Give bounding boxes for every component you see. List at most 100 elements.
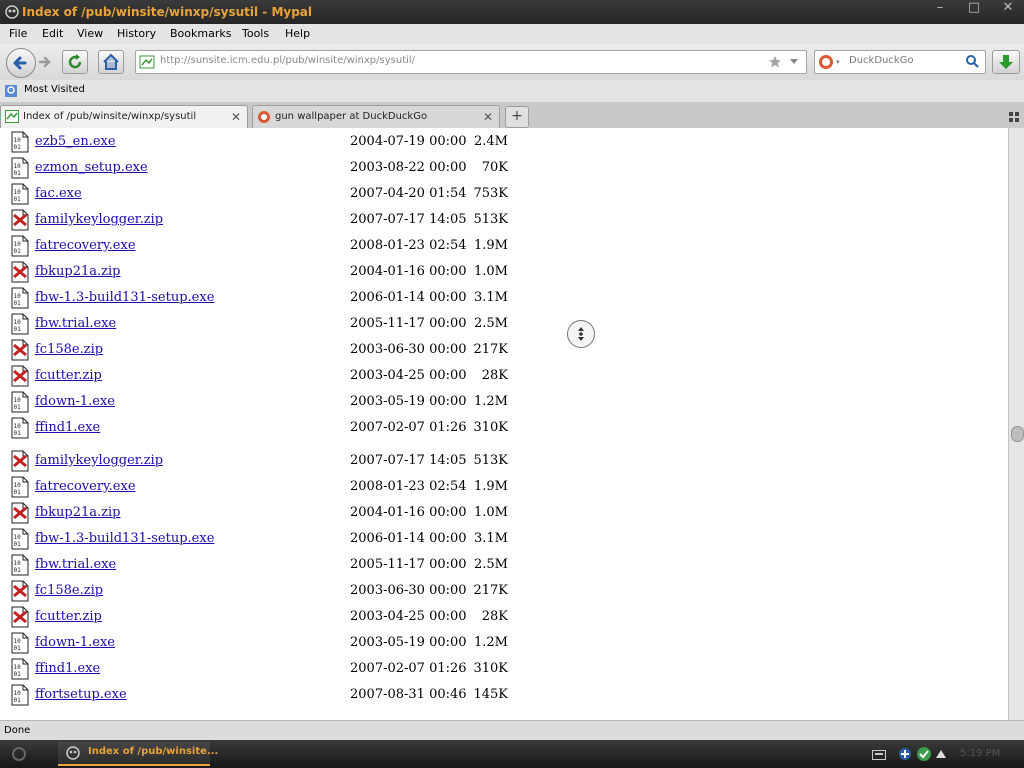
file-link[interactable]: ffind1.exe — [35, 661, 100, 676]
mypal-logo-icon — [5, 5, 19, 19]
tab-label: Index of /pub/winsite/winxp/sysutil — [23, 111, 197, 122]
tab-sysutil-index[interactable]: Index of /pub/winsite/winxp/sysutil ✕ — [0, 105, 248, 128]
file-link[interactable]: fcutter.zip — [35, 609, 102, 624]
window-titlebar: Index of /pub/winsite/winxp/sysutil - My… — [0, 0, 1024, 24]
most-visited-link[interactable]: Most Visited — [24, 84, 85, 95]
tab-duckduckgo[interactable]: gun wallpaper at DuckDuckGo ✕ — [252, 105, 500, 128]
keyboard-tray-icon[interactable] — [872, 750, 886, 760]
minimize-button[interactable]: – — [928, 0, 952, 18]
scrollbar-thumb[interactable] — [1011, 426, 1024, 442]
svg-text:10: 10 — [14, 293, 22, 300]
menu-bookmarks[interactable]: Bookmarks — [170, 27, 231, 40]
file-link[interactable]: fdown-1.exe — [35, 635, 115, 650]
svg-text:01: 01 — [14, 196, 22, 203]
file-date: 2004-01-16 00:00 — [350, 264, 467, 279]
zip-file-icon — [11, 606, 29, 628]
maximize-button[interactable]: □ — [962, 0, 986, 18]
zip-file-icon — [11, 502, 29, 524]
file-date: 2007-02-07 01:26 — [350, 420, 467, 435]
svg-text:10: 10 — [14, 664, 22, 671]
zip-file-icon — [11, 261, 29, 283]
downloads-button[interactable] — [992, 50, 1020, 74]
menu-help[interactable]: Help — [285, 27, 310, 40]
file-row: fcutter.zip 2003-04-25 00:00 28K — [0, 606, 600, 632]
svg-text:01: 01 — [14, 144, 22, 151]
binary-file-icon: 10 01 — [11, 287, 29, 309]
file-row: 10 01 fbw.trial.exe 2005-11-17 00:00 2.5M — [0, 554, 600, 580]
file-link[interactable]: ezmon_setup.exe — [35, 160, 148, 175]
file-date: 2004-01-16 00:00 — [350, 505, 467, 520]
taskbar-item-browser[interactable]: Index of /pub/winsite... — [58, 742, 218, 766]
reload-button[interactable] — [62, 50, 88, 74]
binary-file-icon: 10 01 — [11, 183, 29, 205]
file-link[interactable]: familykeylogger.zip — [35, 453, 163, 468]
file-row: 10 01 ffind1.exe 2007-02-07 01:26 310K — [0, 658, 600, 684]
vertical-scrollbar[interactable] — [1008, 128, 1024, 720]
menu-edit[interactable]: Edit — [42, 27, 63, 40]
file-date: 2005-11-17 00:00 — [350, 557, 467, 572]
duckduckgo-icon[interactable] — [818, 54, 834, 70]
forward-button[interactable] — [37, 55, 53, 69]
url-dropdown-icon[interactable] — [790, 59, 798, 65]
binary-file-icon: 10 01 — [11, 313, 29, 335]
new-tab-button[interactable]: + — [505, 106, 529, 128]
zip-file-icon — [11, 365, 29, 387]
file-link[interactable]: fatrecovery.exe — [35, 479, 136, 494]
close-tab-button[interactable]: ✕ — [483, 106, 493, 128]
duckduckgo-favicon-icon — [258, 111, 270, 123]
file-link[interactable]: fdown-1.exe — [35, 394, 115, 409]
file-link[interactable]: fac.exe — [35, 186, 82, 201]
file-link[interactable]: fbw.trial.exe — [35, 557, 116, 572]
file-link[interactable]: fc158e.zip — [35, 342, 103, 357]
file-link[interactable]: ezb5_en.exe — [35, 134, 116, 149]
close-tab-button[interactable]: ✕ — [231, 106, 241, 128]
menu-tools[interactable]: Tools — [242, 27, 269, 40]
bookmark-star-icon[interactable] — [768, 55, 782, 69]
search-engine-dropdown-icon[interactable]: ▾ — [836, 58, 840, 66]
taskbar-item-label: Index of /pub/winsite... — [88, 746, 219, 757]
start-menu-icon[interactable] — [8, 745, 30, 763]
zip-file-icon — [11, 450, 29, 472]
menu-history[interactable]: History — [117, 27, 156, 40]
file-link[interactable]: fbw.trial.exe — [35, 316, 116, 331]
file-size: 1.9M — [474, 238, 508, 253]
file-row: 10 01 fdown-1.exe 2003-05-19 00:00 1.2M — [0, 391, 600, 417]
search-icon[interactable] — [965, 54, 979, 68]
file-size: 2.4M — [474, 134, 508, 149]
home-button[interactable] — [98, 50, 124, 74]
check-tray-icon[interactable] — [916, 746, 932, 762]
file-link[interactable]: ffind1.exe — [35, 420, 100, 435]
url-text[interactable]: http://sunsite.icm.edu.pl/pub/winsite/wi… — [160, 55, 415, 66]
file-link[interactable]: fbkup21a.zip — [35, 505, 120, 520]
file-link[interactable]: fc158e.zip — [35, 583, 103, 598]
svg-text:01: 01 — [14, 300, 22, 307]
file-row: 10 01 ezb5_en.exe 2004-07-19 00:00 2.4M — [0, 131, 600, 157]
binary-file-icon: 10 01 — [11, 632, 29, 654]
address-bar[interactable]: http://sunsite.icm.edu.pl/pub/winsite/wi… — [135, 50, 807, 74]
file-row: familykeylogger.zip 2007-07-17 14:05 513K — [0, 450, 600, 476]
file-link[interactable]: fcutter.zip — [35, 368, 102, 383]
file-link[interactable]: ffortsetup.exe — [35, 687, 127, 702]
file-size: 1.0M — [474, 505, 508, 520]
file-row: fc158e.zip 2003-06-30 00:00 217K — [0, 580, 600, 606]
security-tray-icon[interactable] — [897, 746, 913, 762]
back-button[interactable] — [6, 48, 36, 78]
close-window-button[interactable]: ✕ — [996, 0, 1020, 18]
file-link[interactable]: fbkup21a.zip — [35, 264, 120, 279]
file-size: 2.5M — [474, 316, 508, 331]
network-tray-icon[interactable] — [934, 746, 948, 762]
menu-file[interactable]: File — [9, 27, 27, 40]
tab-label: gun wallpaper at DuckDuckGo — [275, 111, 428, 122]
menu-view[interactable]: View — [77, 27, 103, 40]
svg-text:01: 01 — [14, 645, 22, 652]
file-link[interactable]: fbw-1.3-build131-setup.exe — [35, 290, 214, 305]
svg-text:10: 10 — [14, 319, 22, 326]
file-link[interactable]: familykeylogger.zip — [35, 212, 163, 227]
file-link[interactable]: fbw-1.3-build131-setup.exe — [35, 531, 214, 546]
tab-grid-icon[interactable] — [1008, 111, 1020, 123]
svg-text:01: 01 — [14, 697, 22, 704]
search-bar[interactable]: ▾ DuckDuckGo — [814, 50, 986, 74]
binary-file-icon: 10 01 — [11, 417, 29, 439]
file-link[interactable]: fatrecovery.exe — [35, 238, 136, 253]
file-size: 217K — [473, 342, 508, 357]
